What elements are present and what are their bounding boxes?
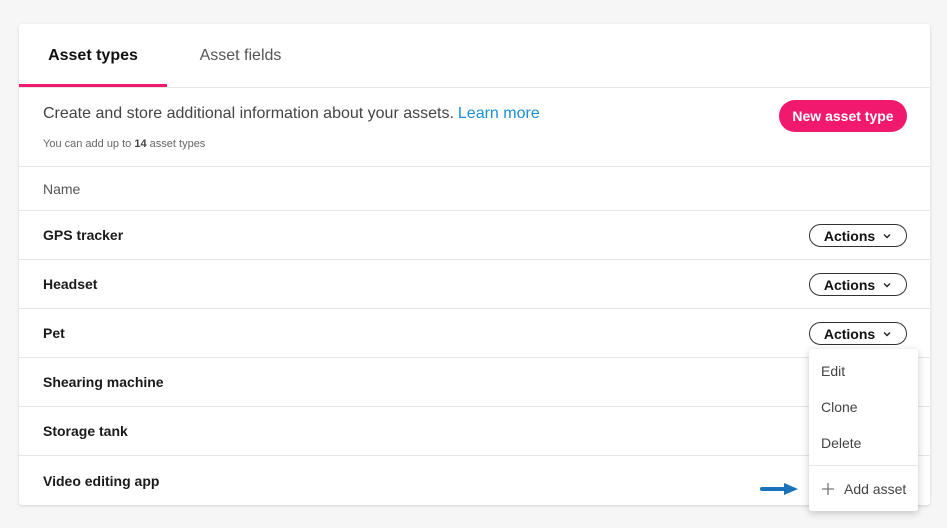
chevron-down-icon xyxy=(883,282,891,287)
row-name: GPS tracker xyxy=(43,227,124,243)
asset-types-card: Asset types Asset fields Create and stor… xyxy=(19,24,930,505)
row-name: Headset xyxy=(43,276,98,292)
info-description: Create and store additional information … xyxy=(43,105,454,122)
plus-icon xyxy=(822,483,834,495)
menu-item-add-asset[interactable]: Add asset xyxy=(809,474,918,504)
tab-bar: Asset types Asset fields xyxy=(19,24,930,88)
info-text: Create and store additional information … xyxy=(43,105,540,123)
column-header-name: Name xyxy=(43,180,81,197)
arrow-right-icon xyxy=(760,483,798,495)
table-row: Storage tank xyxy=(19,407,930,456)
menu-divider xyxy=(809,465,918,466)
actions-label: Actions xyxy=(823,227,876,244)
actions-dropdown-menu: Edit Clone Delete Add asset xyxy=(809,349,918,511)
limit-suffix: asset types xyxy=(149,138,206,150)
asset-type-limit: You can add up to 14 asset types xyxy=(43,138,205,150)
tab-asset-fields[interactable]: Asset fields xyxy=(169,24,312,88)
table-row: GPS tracker Actions xyxy=(19,211,930,260)
menu-item-clone[interactable]: Clone xyxy=(809,392,918,422)
info-banner: Create and store additional information … xyxy=(19,88,930,167)
row-name: Pet xyxy=(43,325,65,341)
limit-count: 14 xyxy=(134,138,147,150)
tab-asset-types[interactable]: Asset types xyxy=(19,24,167,88)
add-asset-label: Add asset xyxy=(844,481,907,497)
table-row: Headset Actions xyxy=(19,260,930,309)
row-name: Storage tank xyxy=(43,423,128,439)
table-header: Name xyxy=(19,167,930,211)
actions-button[interactable]: Actions xyxy=(809,224,907,247)
actions-button[interactable]: Actions xyxy=(809,273,907,296)
actions-button-open[interactable]: Actions xyxy=(809,322,907,345)
limit-prefix: You can add up to xyxy=(43,138,132,150)
menu-item-edit[interactable]: Edit xyxy=(809,356,918,386)
row-name: Shearing machine xyxy=(43,374,164,390)
row-name: Video editing app xyxy=(43,472,160,489)
actions-label: Actions xyxy=(823,276,876,293)
chevron-down-icon xyxy=(883,233,891,238)
table-row: Shearing machine xyxy=(19,358,930,407)
new-asset-type-button[interactable]: New asset type xyxy=(779,100,907,132)
menu-item-delete[interactable]: Delete xyxy=(809,428,918,458)
learn-more-link[interactable]: Learn more xyxy=(458,105,540,122)
actions-label: Actions xyxy=(823,325,876,342)
table-row: Pet Actions xyxy=(19,309,930,358)
chevron-down-icon xyxy=(883,331,891,336)
active-tab-indicator xyxy=(19,84,167,87)
